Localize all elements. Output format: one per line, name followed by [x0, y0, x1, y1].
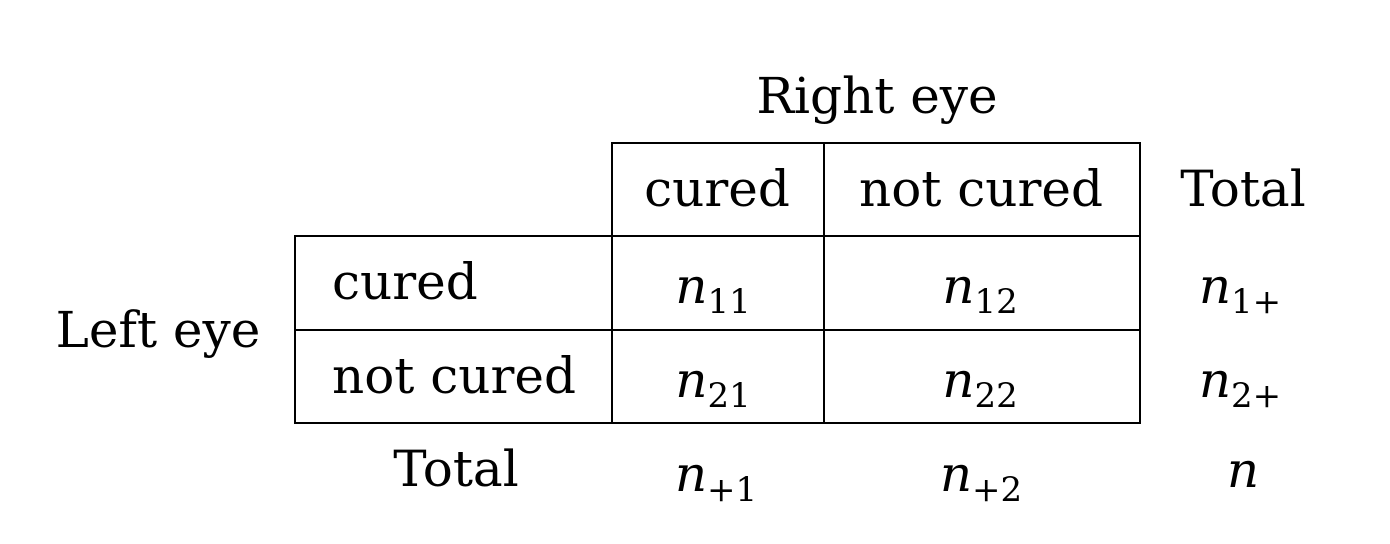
row-header-not-cured: not cured	[332, 347, 576, 405]
grid-line-right	[1139, 142, 1141, 424]
grid-line-left	[294, 235, 296, 424]
row-header-total: Total	[393, 440, 519, 498]
grid-line-row-separator	[294, 329, 1141, 331]
cell-n11: n11	[675, 257, 751, 322]
cell-n1plus: n1+	[1198, 257, 1282, 322]
cell-nplus2: n+2	[939, 445, 1023, 510]
cell-n22: n22	[942, 351, 1018, 416]
cell-n2plus: n2+	[1198, 351, 1282, 416]
row-header-cured: cured	[332, 253, 478, 311]
cell-grand-total: n	[1226, 441, 1260, 499]
contingency-table: Right eye Left eye cured not cured Total…	[0, 0, 1390, 544]
grid-line-bottom	[294, 422, 1141, 424]
cell-n21: n21	[675, 351, 751, 416]
grid-line-col2-left	[823, 142, 825, 424]
grid-line-col1-left	[611, 142, 613, 424]
col-header-cured: cured	[644, 160, 790, 218]
grid-line-header-bottom	[294, 235, 1141, 237]
col-group-label: Right eye	[756, 67, 998, 125]
col-header-total: Total	[1180, 160, 1306, 218]
col-header-not-cured: not cured	[859, 160, 1103, 218]
row-group-label: Left eye	[55, 301, 261, 359]
grid-line-top-header	[611, 142, 1141, 144]
cell-nplus1: n+1	[674, 445, 758, 510]
cell-n12: n12	[942, 257, 1018, 322]
